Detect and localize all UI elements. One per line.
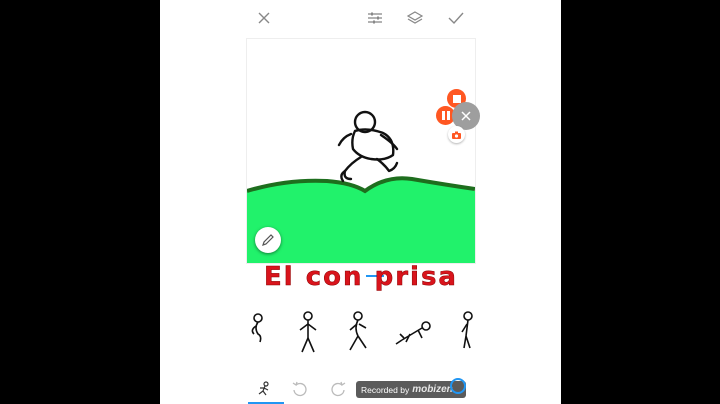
sliders-icon [368, 12, 382, 24]
stop-icon [452, 94, 461, 103]
grass-hill [247, 178, 475, 263]
layers-icon [406, 11, 424, 24]
running-figure-icon [258, 381, 269, 396]
drawing-art [247, 110, 475, 263]
confirm-button[interactable] [444, 6, 468, 30]
frame-figure [299, 311, 317, 353]
check-icon [448, 12, 464, 25]
pencil-button[interactable] [255, 227, 281, 253]
app-screen: Recorded by mobizen [160, 0, 561, 404]
tool-running-figure[interactable] [250, 376, 278, 402]
undo-button[interactable] [286, 376, 314, 402]
pause-icon [441, 111, 450, 120]
frame-figure [461, 311, 473, 349]
close-button[interactable] [252, 6, 276, 30]
watermark-label: Recorded by [361, 384, 410, 395]
watermark-circle-icon [450, 378, 466, 394]
close-icon [258, 12, 270, 24]
adjust-button[interactable] [363, 6, 387, 30]
running-figure [337, 110, 399, 183]
frame-thumbnail[interactable] [338, 306, 378, 362]
caption-title: El con prisa [264, 262, 458, 293]
frame-thumbnail[interactable] [288, 306, 328, 362]
top-toolbar [160, 0, 561, 36]
frame-thumbnail[interactable] [392, 306, 440, 362]
drawing-canvas[interactable] [246, 38, 476, 264]
close-icon [461, 111, 471, 121]
redo-button[interactable] [324, 376, 352, 402]
frame-strip[interactable] [246, 304, 474, 366]
redo-icon [331, 381, 346, 397]
frame-thumbnail[interactable] [246, 306, 280, 362]
frame-figure [349, 311, 367, 351]
pencil-icon [262, 234, 274, 246]
layers-button[interactable] [403, 6, 427, 30]
frame-figure [251, 313, 263, 343]
undo-icon [292, 381, 307, 397]
frame-figure [395, 321, 431, 345]
frame-thumbnail[interactable] [452, 306, 474, 362]
record-screenshot-button[interactable] [448, 126, 465, 143]
watermark-brand: mobizen [412, 384, 453, 395]
camera-icon [452, 131, 461, 139]
